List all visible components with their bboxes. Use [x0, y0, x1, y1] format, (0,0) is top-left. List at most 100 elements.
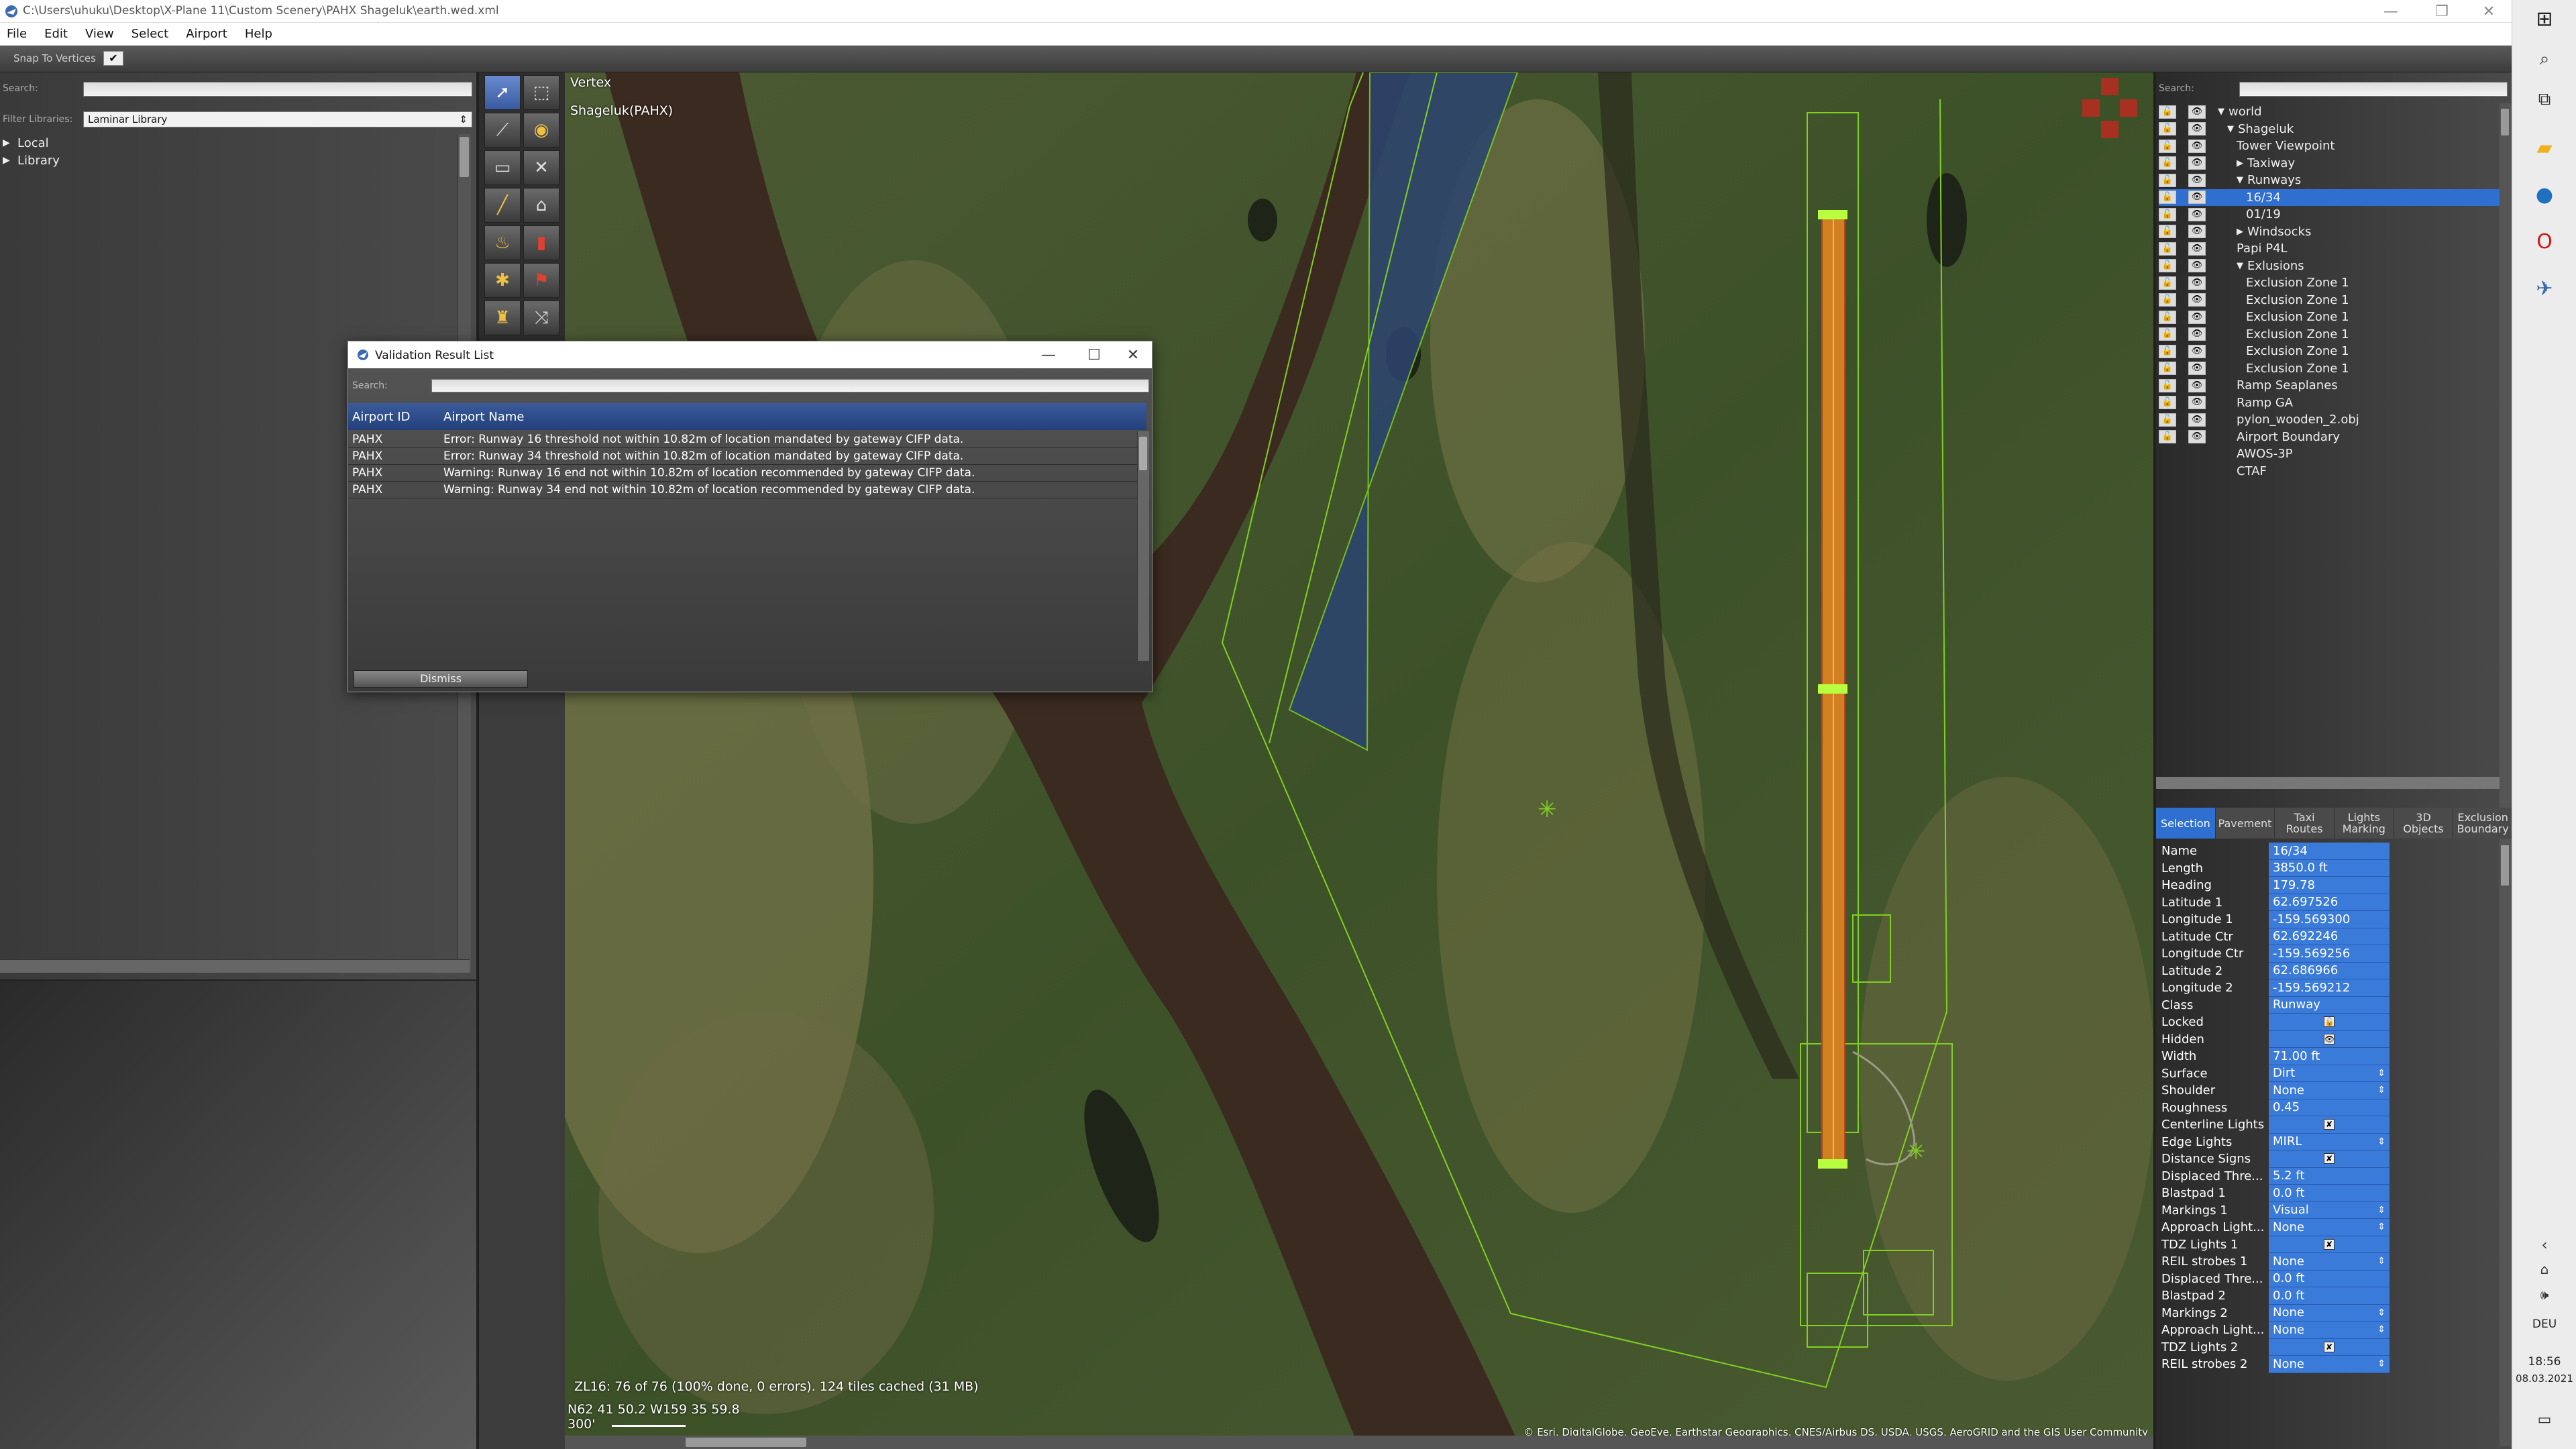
- volume-icon[interactable]: 🕪: [2528, 1279, 2561, 1311]
- eye-icon[interactable]: 👁: [2188, 259, 2206, 273]
- table-row[interactable]: PAHX Warning: Runway 16 end not within 10…: [348, 465, 1137, 482]
- eye-icon[interactable]: 👁: [2188, 378, 2206, 392]
- hierarchy-item[interactable]: CTAF: [2159, 463, 2505, 480]
- eye-icon[interactable]: 👁: [2188, 173, 2206, 187]
- eye-icon[interactable]: 👁: [2188, 396, 2206, 410]
- property-value[interactable]: Runway: [2269, 996, 2390, 1014]
- tab-3d-objects[interactable]: 3D Objects: [2394, 808, 2454, 839]
- dialog-maximize-button[interactable]: ☐: [1074, 341, 1114, 368]
- hierarchy-item[interactable]: AWOS-3P: [2159, 445, 2505, 463]
- chevron-updown-icon[interactable]: ⇕: [2377, 1068, 2385, 1079]
- eye-icon[interactable]: 👁: [2188, 207, 2206, 221]
- hierarchy-item[interactable]: 🔓 👁 ▼ world: [2159, 103, 2505, 121]
- windsock-marker[interactable]: ✳: [1538, 796, 1557, 823]
- checkbox-icon[interactable]: ✘: [2324, 1238, 2334, 1250]
- results-scrollbar[interactable]: [1137, 431, 1149, 661]
- route-tool-button[interactable]: ⤨: [523, 301, 559, 335]
- property-value[interactable]: Visual ⇕: [2269, 1201, 2390, 1219]
- lock-icon[interactable]: 🔓: [2159, 173, 2176, 187]
- tab-selection[interactable]: Selection: [2156, 808, 2216, 839]
- search-icon[interactable]: ⌕: [2528, 43, 2561, 75]
- property-value[interactable]: 0.0 ft: [2269, 1287, 2390, 1305]
- helipad-tool-button[interactable]: ◉: [523, 113, 559, 148]
- hierarchy-item[interactable]: 🔓 👁 ▼ Runways: [2159, 172, 2505, 189]
- tab-taxi-routes[interactable]: Taxi Routes: [2275, 808, 2335, 839]
- nav-up-button[interactable]: [2101, 78, 2118, 95]
- menu-airport[interactable]: Airport: [186, 27, 227, 41]
- property-value[interactable]: None ⇕: [2269, 1356, 2390, 1373]
- lock-icon[interactable]: 🔓: [2159, 276, 2176, 290]
- runway-threshold-34[interactable]: [1818, 1159, 1847, 1169]
- hierarchy-item[interactable]: 🔓 👁 Exclusion Zone 1: [2159, 292, 2505, 309]
- scroll-thumb[interactable]: [686, 1438, 806, 1447]
- property-value[interactable]: 🔓: [2269, 1014, 2390, 1031]
- hierarchy-item[interactable]: 🔓 👁 Ramp Seaplanes: [2159, 377, 2505, 394]
- chevron-updown-icon[interactable]: ⇕: [2377, 1256, 2385, 1267]
- expand-arrow-icon[interactable]: ▼: [2227, 124, 2238, 134]
- eye-icon[interactable]: 👁: [2188, 310, 2206, 324]
- property-value[interactable]: 62.692246: [2269, 928, 2390, 945]
- hierarchy-item[interactable]: 🔓 👁 Papi P4L: [2159, 240, 2505, 258]
- map-canvas[interactable]: ✳ ✳: [565, 72, 2153, 1441]
- menu-file[interactable]: File: [7, 27, 27, 41]
- property-value[interactable]: None ⇕: [2269, 1322, 2390, 1339]
- property-value[interactable]: 62.686966: [2269, 962, 2390, 979]
- lock-icon[interactable]: 🔓: [2159, 259, 2176, 273]
- runway-midpoint-handle[interactable]: [1818, 684, 1847, 694]
- clock-date[interactable]: 08.03.2021: [2512, 1373, 2576, 1385]
- chevron-updown-icon[interactable]: ⇕: [2377, 1222, 2385, 1232]
- eye-icon[interactable]: 👁: [2188, 105, 2206, 119]
- property-value[interactable]: -159.569212: [2269, 979, 2390, 997]
- lock-icon[interactable]: 🔓: [2159, 396, 2176, 410]
- lock-icon[interactable]: 🔓: [2159, 378, 2176, 392]
- property-value[interactable]: 0.0 ft: [2269, 1270, 2390, 1287]
- clock-time[interactable]: 18:56: [2512, 1355, 2576, 1368]
- hierarchy-vscrollbar[interactable]: [2500, 103, 2512, 855]
- hierarchy-item[interactable]: 🔓 👁 Exclusion Zone 1: [2159, 309, 2505, 326]
- tower-tool-button[interactable]: ♜: [484, 301, 521, 335]
- eye-icon[interactable]: 👁: [2188, 225, 2206, 239]
- checkbox-icon[interactable]: ✘: [2324, 1119, 2334, 1130]
- object-tool-button[interactable]: ✱: [484, 263, 521, 298]
- table-row[interactable]: PAHX Warning: Runway 34 end not within 10…: [348, 482, 1137, 498]
- hierarchy-item[interactable]: 🔓 👁 Tower Viewpoint: [2159, 138, 2505, 155]
- browser-icon[interactable]: ●: [2528, 178, 2561, 211]
- folder-icon[interactable]: ▰: [2528, 131, 2561, 164]
- sign-tool-button[interactable]: ▮: [523, 225, 559, 260]
- expand-arrow-icon[interactable]: ▼: [2218, 107, 2229, 117]
- col-airport-name[interactable]: Airport Name: [439, 410, 524, 424]
- hierarchy-item[interactable]: 🔓 👁 ▶ Windsocks: [2159, 223, 2505, 241]
- hierarchy-item[interactable]: 🔓 👁 ▼ Exlusions: [2159, 258, 2505, 275]
- lock-icon[interactable]: 🔓: [2159, 327, 2176, 341]
- library-hscrollbar[interactable]: [0, 959, 470, 973]
- property-value[interactable]: ✘: [2269, 1338, 2390, 1356]
- eye-icon[interactable]: 👁: [2188, 413, 2206, 427]
- menu-edit[interactable]: Edit: [44, 27, 68, 41]
- lock-icon[interactable]: 🔓: [2159, 310, 2176, 324]
- property-value[interactable]: 179.78: [2269, 877, 2390, 894]
- library-item-local[interactable]: ▶ Local: [3, 134, 459, 152]
- expand-arrow-icon[interactable]: ▶: [3, 155, 17, 166]
- tab-exclusion-boundary[interactable]: Exclusion Boundary: [2453, 808, 2514, 839]
- property-scrollbar[interactable]: [2500, 843, 2512, 1446]
- chevron-updown-icon[interactable]: ⇕: [2377, 1136, 2385, 1147]
- hierarchy-item[interactable]: 🔓 👁 Airport Boundary: [2159, 429, 2505, 446]
- eye-icon[interactable]: 👁: [2188, 362, 2206, 376]
- menu-help[interactable]: Help: [245, 27, 272, 41]
- tab-pavement[interactable]: Pavement: [2216, 808, 2275, 839]
- property-value[interactable]: 5.2 ft: [2269, 1167, 2390, 1185]
- property-value[interactable]: 0.0 ft: [2269, 1185, 2390, 1202]
- lock-icon[interactable]: 🔓: [2159, 413, 2176, 427]
- sealane-tool-button[interactable]: ▭: [484, 150, 521, 185]
- eye-icon[interactable]: 👁: [2188, 241, 2206, 256]
- lock-icon[interactable]: 🔓: [2159, 362, 2176, 376]
- expand-arrow-icon[interactable]: ▼: [2237, 175, 2247, 185]
- hierarchy-item[interactable]: 🔓 👁 pylon_wooden_2.obj: [2159, 411, 2505, 429]
- library-search-input[interactable]: [83, 82, 472, 97]
- dismiss-button[interactable]: Dismiss: [354, 670, 528, 688]
- hierarchy-hscrollbar[interactable]: [2156, 777, 2500, 789]
- eye-icon[interactable]: 👁: [2188, 276, 2206, 290]
- table-row[interactable]: PAHX Error: Runway 34 threshold not withi…: [348, 448, 1137, 465]
- hierarchy-item[interactable]: 🔓 👁 Exclusion Zone 1: [2159, 343, 2505, 360]
- eye-icon[interactable]: 👁: [2188, 293, 2206, 307]
